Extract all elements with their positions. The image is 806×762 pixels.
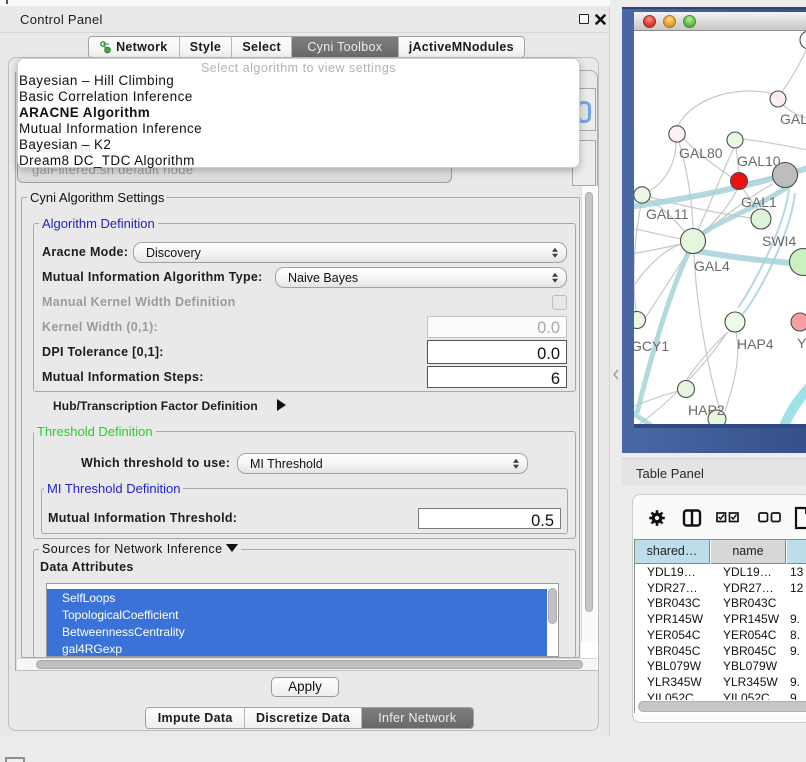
svg-text:GAL11: GAL11 bbox=[646, 206, 689, 222]
svg-text:GAL10: GAL10 bbox=[737, 153, 781, 169]
svg-text:GAL4: GAL4 bbox=[694, 258, 730, 274]
svg-text:HAP2: HAP2 bbox=[688, 402, 725, 418]
svg-text:GAL2: GAL2 bbox=[780, 111, 806, 127]
svg-text:GCY1: GCY1 bbox=[634, 338, 669, 354]
svg-text:YJ: YJ bbox=[797, 335, 806, 351]
svg-text:SWI4: SWI4 bbox=[762, 233, 796, 249]
svg-text:GAL1: GAL1 bbox=[741, 194, 777, 210]
svg-text:HAP4: HAP4 bbox=[737, 336, 774, 352]
svg-text:GAL80: GAL80 bbox=[679, 145, 723, 161]
